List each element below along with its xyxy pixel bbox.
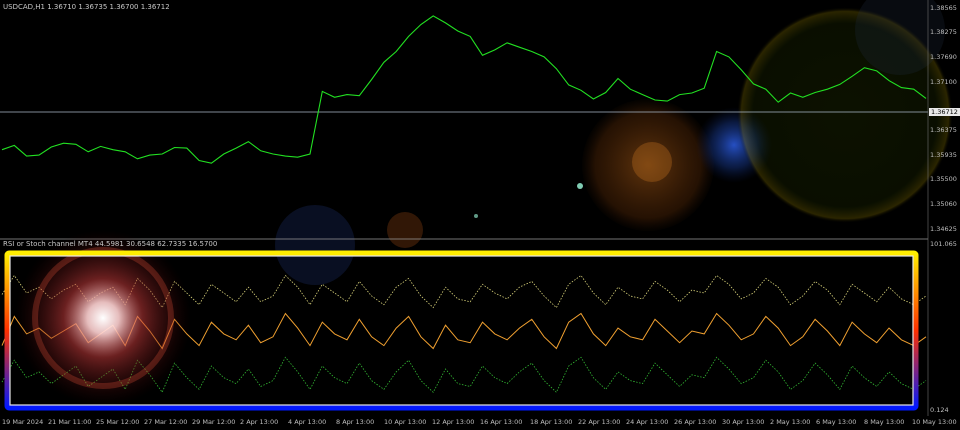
time-axis-label: 30 Apr 13:00 [722, 418, 765, 426]
price-axis-label: 1.38275 [930, 28, 957, 36]
time-axis-label: 2 Apr 13:00 [240, 418, 279, 426]
indicator-axis-label: 0.124 [930, 406, 949, 414]
indicator-info: RSI or Stoch channel MT4 44.5981 30.6548… [3, 240, 218, 248]
lens-flare-speck [577, 183, 583, 189]
lens-flare-speck-small [474, 214, 478, 218]
chart-canvas [0, 0, 953, 416]
indicator-axis-label: 101.065 [930, 240, 957, 248]
time-axis-label: 6 May 13:00 [816, 418, 857, 426]
time-axis-label: 26 Apr 13:00 [674, 418, 717, 426]
price-axis-label: 1.34625 [930, 225, 957, 233]
time-axis-label: 25 Mar 12:00 [96, 418, 140, 426]
price-axis-label: 1.35500 [930, 175, 957, 183]
price-axis-label: 1.35060 [930, 200, 957, 208]
time-axis-label: 8 May 13:00 [864, 418, 905, 426]
time-axis-label: 29 Mar 12:00 [192, 418, 236, 426]
time-axis-label: 8 Apr 13:00 [336, 418, 375, 426]
lens-flare-small-orange [387, 212, 423, 248]
price-axis-label: 1.38565 [930, 4, 957, 12]
lens-flare-orange-core [632, 142, 672, 182]
time-axis-label: 21 Mar 11:00 [48, 418, 92, 426]
time-axis-label: 22 Apr 13:00 [578, 418, 621, 426]
symbol-info: USDCAD,H1 1.36710 1.36735 1.36700 1.3671… [3, 3, 170, 11]
price-axis-label: 1.37690 [930, 53, 957, 61]
price-axis-label: 1.37100 [930, 78, 957, 86]
time-axis-label: 24 Apr 13:00 [626, 418, 669, 426]
time-axis-label: 10 Apr 13:00 [384, 418, 427, 426]
price-axis-label: 1.35935 [930, 151, 957, 159]
lens-flare-dark-blue [275, 205, 355, 285]
time-axis-label: 4 Apr 13:00 [288, 418, 327, 426]
time-axis-label: 27 Mar 12:00 [144, 418, 188, 426]
current-price-label: 1.36712 [929, 108, 960, 116]
time-axis-label: 2 May 13:00 [770, 418, 811, 426]
time-axis-label: 18 Apr 13:00 [530, 418, 573, 426]
time-axis-label: 16 Apr 13:00 [480, 418, 523, 426]
time-axis-label: 19 Mar 2024 [2, 418, 44, 426]
time-axis-label: 12 Apr 13:00 [432, 418, 475, 426]
metatrader-chart-window: USDCAD,H1 1.36710 1.36735 1.36700 1.3671… [0, 0, 960, 430]
time-axis-label: 10 May 13:00 [912, 418, 957, 426]
price-axis-label: 1.36375 [930, 126, 957, 134]
